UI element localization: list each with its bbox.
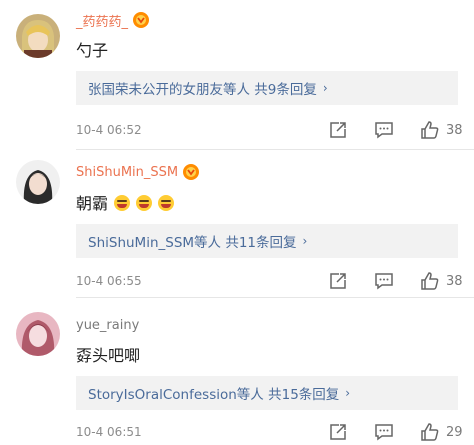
meta-row: 10-4 06:52 38	[76, 119, 466, 141]
username-row: yue_rainy	[76, 315, 139, 335]
laugh-cry-emoji-icon	[158, 195, 175, 211]
share-icon[interactable]	[328, 120, 348, 140]
comment-text-body: 朝霸	[76, 194, 109, 213]
like-icon[interactable]	[420, 120, 440, 140]
vip-icon	[133, 12, 150, 28]
comment-text: 孬头吧唧	[76, 346, 141, 365]
reply-summary[interactable]: ShiShuMin_SSM等人 共11条回复 ›	[76, 224, 458, 258]
comment-text: 朝霸	[76, 190, 175, 214]
laugh-cry-emoji-icon	[114, 195, 131, 211]
timestamp: 10-4 06:51	[76, 425, 142, 439]
laugh-cry-emoji-icon	[136, 195, 153, 211]
avatar[interactable]	[16, 312, 60, 356]
action-bar: 29	[328, 421, 466, 443]
comment-icon[interactable]	[374, 120, 394, 140]
comment-icon[interactable]	[374, 422, 394, 442]
like-count: 29	[446, 424, 463, 440]
chevron-right-icon: ›	[302, 234, 308, 248]
like-count: 38	[446, 122, 463, 138]
reply-summary[interactable]: 张国荣未公开的女朋友等人 共9条回复 ›	[76, 71, 458, 105]
comment-item: ShiShuMin_SSM 朝霸 ShiShuMin_SSM等人 共11条回复 …	[0, 150, 474, 298]
avatar[interactable]	[16, 160, 60, 204]
vip-icon	[183, 164, 200, 180]
reply-summary-text: 张国荣未公开的女朋友等人 共9条回复	[88, 82, 317, 98]
username[interactable]: ShiShuMin_SSM	[76, 165, 178, 180]
timestamp: 10-4 06:52	[76, 123, 142, 137]
meta-row: 10-4 06:55 38	[76, 270, 466, 292]
timestamp: 10-4 06:55	[76, 274, 142, 288]
username-row: _药药药_	[76, 10, 150, 30]
share-icon[interactable]	[328, 271, 348, 291]
action-bar: 38	[328, 119, 466, 141]
meta-row: 10-4 06:51 29	[76, 421, 466, 443]
reply-summary-text: StoryIsOralConfession等人 共15条回复	[88, 387, 340, 403]
chevron-right-icon: ›	[322, 81, 328, 95]
username[interactable]: yue_rainy	[76, 318, 139, 333]
action-bar: 38	[328, 270, 466, 292]
reply-summary[interactable]: StoryIsOralConfession等人 共15条回复 ›	[76, 376, 458, 410]
comment-icon[interactable]	[374, 271, 394, 291]
username[interactable]: _药药药_	[76, 11, 128, 30]
like-icon[interactable]	[420, 422, 440, 442]
chevron-right-icon: ›	[345, 386, 351, 400]
reply-summary-text: ShiShuMin_SSM等人 共11条回复	[88, 235, 297, 251]
comment-text: 勺子	[76, 41, 109, 60]
avatar[interactable]	[16, 14, 60, 58]
share-icon[interactable]	[328, 422, 348, 442]
like-icon[interactable]	[420, 271, 440, 291]
like-count: 38	[446, 273, 463, 289]
comment-item: yue_rainy 孬头吧唧 StoryIsOralConfession等人 共…	[0, 298, 474, 445]
username-row: ShiShuMin_SSM	[76, 162, 200, 182]
comment-item: _药药药_ 勺子 张国荣未公开的女朋友等人 共9条回复 › 10-4 06:52…	[0, 0, 474, 150]
